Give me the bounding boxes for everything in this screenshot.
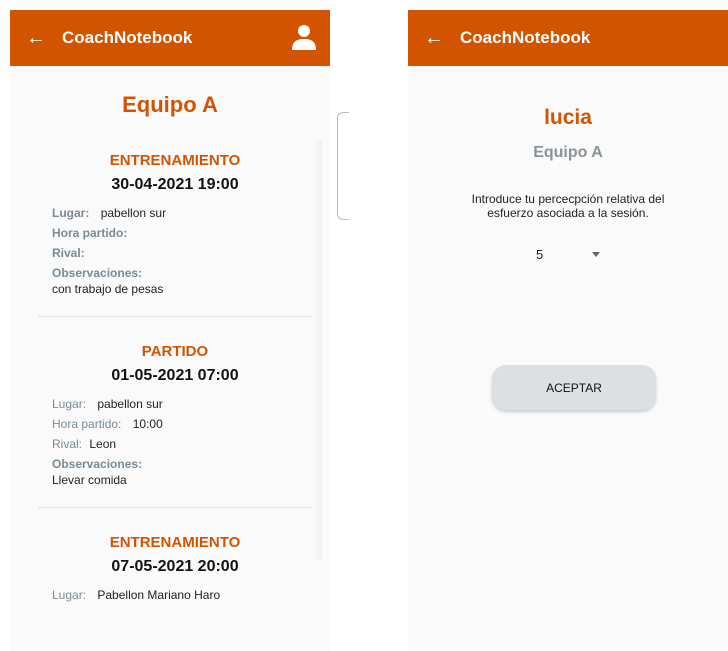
place-value: pabellon sur xyxy=(97,397,163,411)
accept-button[interactable]: ACEPTAR xyxy=(492,365,656,410)
notes-value: Llevar comida xyxy=(52,473,127,487)
event-rival-row: Rival: xyxy=(52,246,298,260)
event-rival-row: Rival: Leon xyxy=(52,437,298,451)
event-notes-row: Observaciones: xyxy=(52,266,298,280)
rpe-value: 5 xyxy=(536,247,544,262)
match-time-label: Hora partido: xyxy=(52,226,128,240)
rival-label: Rival: xyxy=(52,437,83,451)
event-card[interactable]: PARTIDO 01-05-2021 07:00 Lugar: pabellon… xyxy=(38,317,312,508)
match-time-label: Hora partido: xyxy=(52,417,122,431)
notes-value: con trabajo de pesas xyxy=(52,282,164,296)
back-arrow-icon[interactable]: ← xyxy=(408,10,460,66)
app-title: CoachNotebook xyxy=(62,28,193,47)
place-value: Pabellon Mariano Haro xyxy=(97,588,221,602)
user-icon[interactable] xyxy=(292,24,316,50)
place-label: Lugar: xyxy=(52,588,87,602)
rival-label: Rival: xyxy=(52,246,85,260)
match-time-value: 10:00 xyxy=(132,417,163,431)
event-place-row: Lugar: pabellon sur xyxy=(52,206,298,220)
back-arrow-icon[interactable]: ← xyxy=(10,10,62,66)
player-name: lucia xyxy=(544,106,592,129)
events-screen: ← CoachNotebook Equipo A ENTRENAMIENTO 3… xyxy=(10,10,330,651)
app-bar: ← CoachNotebook xyxy=(10,10,330,66)
event-type: ENTRENAMIENTO xyxy=(109,534,241,551)
place-value: pabellon sur xyxy=(100,206,167,220)
app-title: CoachNotebook xyxy=(460,28,591,47)
app-bar: ← CoachNotebook xyxy=(408,10,728,66)
event-type: ENTRENAMIENTO xyxy=(109,152,241,169)
rpe-prompt: Introduce tu percecpción relativa del es… xyxy=(471,192,665,220)
event-datetime: 07-05-2021 20:00 xyxy=(111,558,239,575)
event-card[interactable]: ENTRENAMIENTO 07-05-2021 20:00 Lugar: Pa… xyxy=(38,508,312,628)
events-list[interactable]: ENTRENAMIENTO 30-04-2021 19:00 Lugar: pa… xyxy=(38,140,312,628)
event-datetime: 01-05-2021 07:00 xyxy=(111,367,239,384)
place-label: Lugar: xyxy=(52,397,87,411)
rival-value: Leon xyxy=(89,437,117,451)
dropdown-caret-icon xyxy=(592,252,600,257)
rpe-screen: ← CoachNotebook lucia Equipo A Introduce… xyxy=(408,10,728,651)
event-datetime: 30-04-2021 19:00 xyxy=(111,176,239,193)
event-notes-row: Observaciones: xyxy=(52,457,298,471)
event-match-time-row: Hora partido: 10:00 xyxy=(52,417,298,431)
team-name: Equipo A xyxy=(533,144,603,161)
event-type: PARTIDO xyxy=(141,343,209,360)
team-title: Equipo A xyxy=(122,92,218,117)
scroll-edge xyxy=(312,140,322,560)
event-card[interactable]: ENTRENAMIENTO 30-04-2021 19:00 Lugar: pa… xyxy=(38,140,312,317)
rpe-dropdown[interactable]: 5 xyxy=(536,247,728,262)
notes-label: Observaciones: xyxy=(52,266,143,280)
event-place-row: Lugar: Pabellon Mariano Haro xyxy=(52,588,298,602)
event-match-time-row: Hora partido: xyxy=(52,226,298,240)
event-place-row: Lugar: pabellon sur xyxy=(52,397,298,411)
side-tab-handle[interactable] xyxy=(337,112,349,220)
place-label: Lugar: xyxy=(52,206,90,220)
notes-label: Observaciones: xyxy=(52,457,143,471)
